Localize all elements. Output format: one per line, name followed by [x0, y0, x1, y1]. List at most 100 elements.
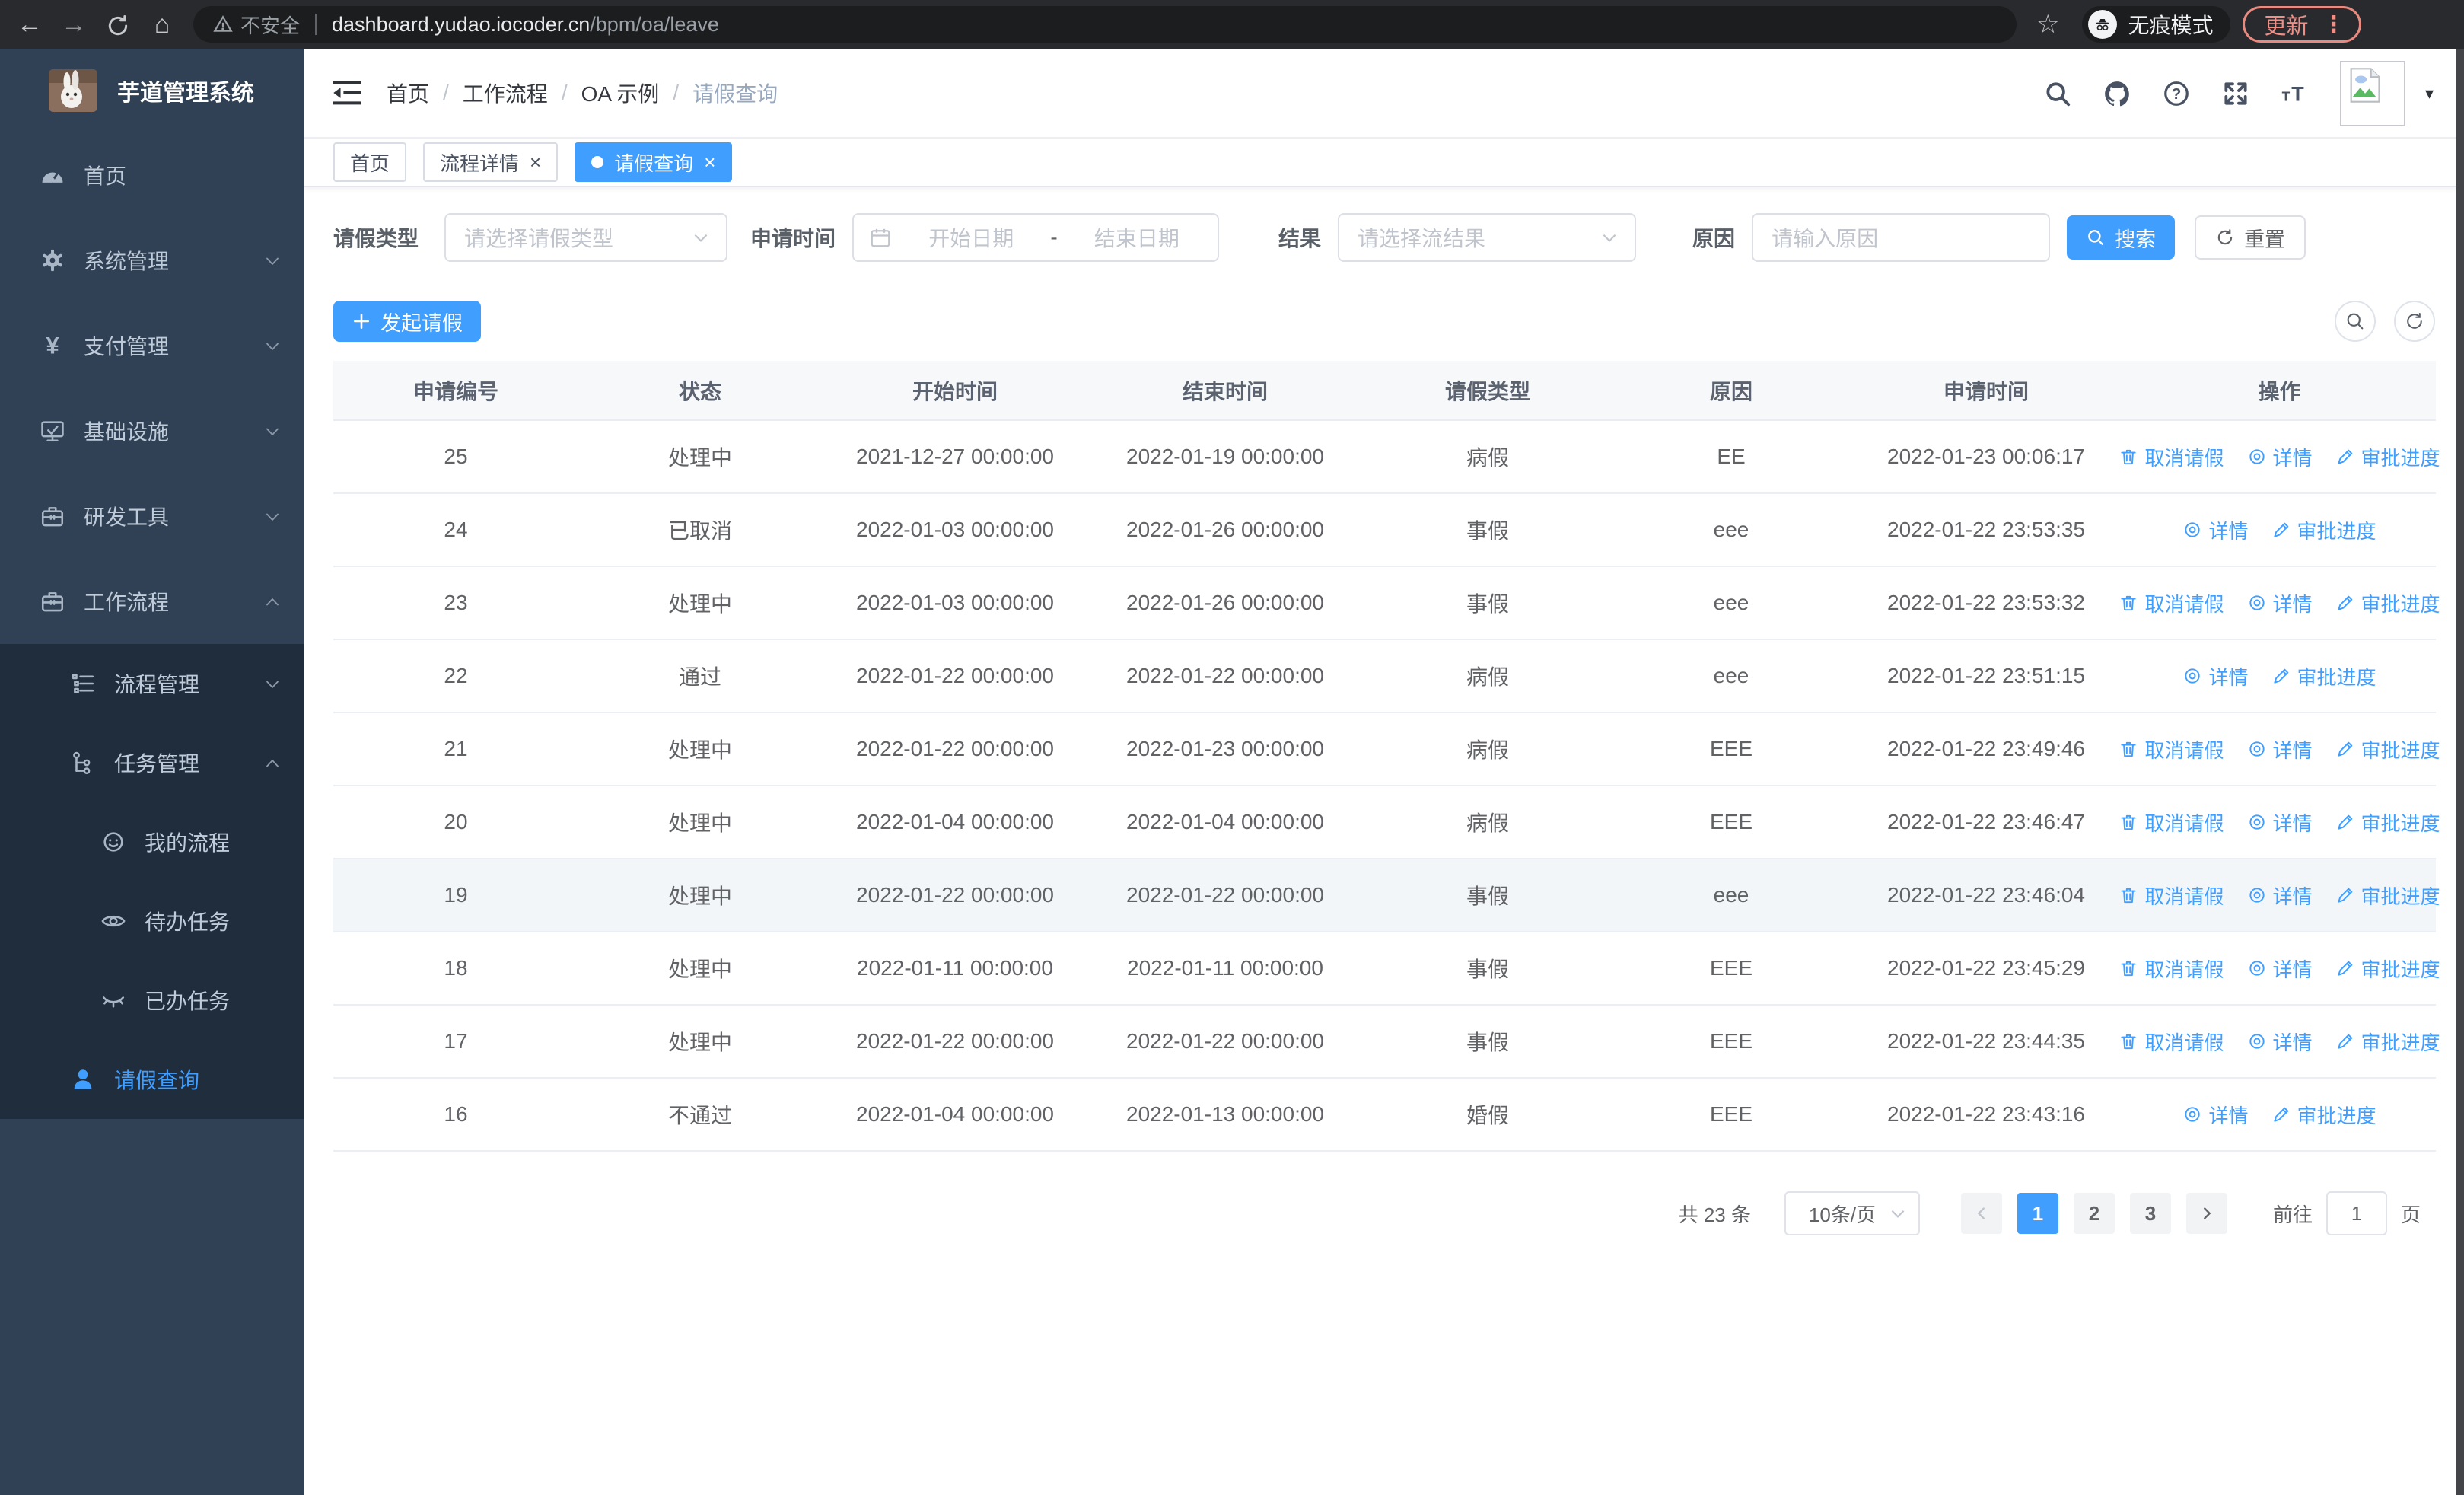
- table-row[interactable]: 18 处理中 2022-01-11 00:00:00 2022-01-11 00:00…: [333, 932, 2440, 1006]
- browser-scrollbar[interactable]: [2456, 49, 2464, 1495]
- breadcrumb-oa[interactable]: OA 示例: [581, 78, 660, 108]
- sidebar-item-done-tasks[interactable]: 已办任务: [0, 961, 304, 1040]
- logo[interactable]: 芋道管理系统: [0, 49, 304, 132]
- sidebar-item-workflow[interactable]: 工作流程: [0, 559, 304, 644]
- progress-action-link[interactable]: 审批进度: [2271, 1101, 2376, 1129]
- table-row[interactable]: 23 处理中 2022-01-03 00:00:00 2022-01-26 00:00…: [333, 566, 2440, 640]
- table-row[interactable]: 16 不通过 2022-01-04 00:00:00 2022-01-13 00:00…: [333, 1078, 2436, 1152]
- table-row[interactable]: 21 处理中 2022-01-22 00:00:00 2022-01-23 00:00…: [333, 712, 2440, 786]
- forward-icon[interactable]: →: [52, 10, 96, 40]
- hide-search-button[interactable]: [2335, 301, 2376, 342]
- help-icon[interactable]: ?: [2162, 79, 2191, 108]
- create-leave-button[interactable]: 发起请假: [333, 301, 481, 342]
- detail-action-link[interactable]: 详情: [2247, 881, 2313, 910]
- tab-首页[interactable]: 首页: [333, 142, 407, 182]
- cell-id: 23: [333, 566, 578, 640]
- goto-page-input[interactable]: 1: [2326, 1191, 2387, 1235]
- progress-action-link[interactable]: 审批进度: [2335, 589, 2440, 617]
- avatar[interactable]: [2339, 61, 2405, 126]
- cancel-action-link[interactable]: 取消请假: [2119, 955, 2224, 983]
- table-row[interactable]: 24 已取消 2022-01-03 00:00:00 2022-01-26 00:00…: [333, 493, 2436, 567]
- sidebar-item-home[interactable]: 首页: [0, 132, 304, 218]
- tab-流程详情[interactable]: 流程详情 ×: [423, 142, 559, 182]
- back-icon[interactable]: ←: [8, 10, 52, 40]
- sidebar-item-todo-tasks[interactable]: 待办任务: [0, 881, 304, 961]
- reason-input[interactable]: 请输入原因: [1752, 213, 2051, 262]
- svg-text:T: T: [2291, 83, 2304, 106]
- next-page-button[interactable]: [2185, 1193, 2227, 1234]
- detail-action-link[interactable]: 详情: [2247, 808, 2313, 837]
- cancel-action-link[interactable]: 取消请假: [2119, 443, 2224, 471]
- breadcrumb-workflow[interactable]: 工作流程: [463, 78, 548, 108]
- sidebar-item-task-mgmt[interactable]: 任务管理: [0, 723, 304, 802]
- collapse-sidebar-icon[interactable]: [332, 80, 362, 106]
- page-button-3[interactable]: 3: [2129, 1193, 2171, 1234]
- close-icon[interactable]: ×: [704, 152, 715, 172]
- detail-action-link[interactable]: 详情: [2182, 516, 2249, 544]
- sidebar-item-leave-query[interactable]: 请假查询: [0, 1040, 304, 1119]
- search-icon[interactable]: [2043, 79, 2072, 108]
- home-icon[interactable]: ⌂: [140, 10, 184, 40]
- sidebar-item-dev-tools[interactable]: 研发工具: [0, 473, 304, 559]
- leave-type-select[interactable]: 请选择请假类型: [444, 213, 728, 262]
- create-leave-label: 发起请假: [380, 311, 463, 335]
- cancel-action-link[interactable]: 取消请假: [2119, 589, 2224, 617]
- progress-action-link[interactable]: 审批进度: [2335, 808, 2440, 837]
- progress-action-link[interactable]: 审批进度: [2271, 516, 2376, 544]
- close-icon[interactable]: ×: [530, 152, 541, 172]
- font-size-icon[interactable]: TT: [2281, 79, 2310, 108]
- table-row[interactable]: 22 通过 2022-01-22 00:00:00 2022-01-22 00:00:…: [333, 639, 2436, 713]
- security-warning[interactable]: 不安全: [213, 11, 300, 39]
- update-button[interactable]: 更新 ⋮: [2242, 6, 2361, 43]
- fullscreen-icon[interactable]: [2221, 79, 2250, 108]
- page-button-1[interactable]: 1: [2017, 1193, 2058, 1234]
- detail-action-link[interactable]: 详情: [2247, 955, 2313, 983]
- tab-请假查询[interactable]: 请假查询 ×: [575, 142, 733, 182]
- apply-time-range-picker[interactable]: 开始日期 - 结束日期: [852, 213, 1220, 262]
- cancel-action-link[interactable]: 取消请假: [2119, 808, 2224, 837]
- sidebar-item-process-mgmt[interactable]: 流程管理: [0, 644, 304, 723]
- cell-status: 已取消: [578, 493, 822, 567]
- bookmark-star-icon[interactable]: ☆: [2036, 9, 2059, 40]
- action-label: 审批进度: [2361, 446, 2440, 470]
- table-row[interactable]: 17 处理中 2022-01-22 00:00:00 2022-01-22 00:00…: [333, 1005, 2440, 1079]
- table-row[interactable]: 19 处理中 2022-01-22 00:00:00 2022-01-22 00:00…: [333, 859, 2440, 932]
- end-date-placeholder[interactable]: 结束日期: [1071, 222, 1202, 253]
- page-size-select[interactable]: 10条/页: [1784, 1191, 1920, 1235]
- cancel-action-link[interactable]: 取消请假: [2119, 881, 2224, 910]
- cancel-action-link[interactable]: 取消请假: [2119, 735, 2224, 763]
- table-row[interactable]: 20 处理中 2022-01-04 00:00:00 2022-01-04 00:00…: [333, 786, 2440, 859]
- progress-action-link[interactable]: 审批进度: [2335, 1028, 2440, 1056]
- detail-action-link[interactable]: 详情: [2247, 443, 2313, 471]
- detail-action-link[interactable]: 详情: [2247, 1028, 2313, 1056]
- reload-icon[interactable]: [96, 10, 140, 40]
- refresh-table-button[interactable]: [2394, 301, 2435, 342]
- sidebar-item-system-mgmt[interactable]: 系统管理: [0, 218, 304, 303]
- browser-menu-icon[interactable]: ⋮: [2322, 11, 2345, 38]
- detail-action-link[interactable]: 详情: [2182, 1101, 2249, 1129]
- reset-button[interactable]: 重置: [2195, 215, 2306, 260]
- result-select[interactable]: 请选择流结果: [1338, 213, 1637, 262]
- url-bar[interactable]: 不安全 dashboard.yudao.iocoder.cn/bpm/oa/le…: [193, 6, 2017, 43]
- detail-action-link[interactable]: 详情: [2247, 589, 2313, 617]
- breadcrumb-separator: /: [561, 81, 568, 104]
- prev-page-button[interactable]: [1960, 1193, 2002, 1234]
- page-button-2[interactable]: 2: [2073, 1193, 2115, 1234]
- chevron-down-icon[interactable]: ▾: [2425, 84, 2434, 104]
- sidebar-item-my-process[interactable]: 我的流程: [0, 802, 304, 881]
- start-date-placeholder[interactable]: 开始日期: [906, 222, 1036, 253]
- detail-action-link[interactable]: 详情: [2182, 662, 2249, 690]
- detail-action-link[interactable]: 详情: [2247, 735, 2313, 763]
- github-icon[interactable]: [2103, 79, 2131, 108]
- progress-action-link[interactable]: 审批进度: [2335, 881, 2440, 910]
- progress-action-link[interactable]: 审批进度: [2271, 662, 2376, 690]
- breadcrumb-home[interactable]: 首页: [387, 78, 429, 108]
- search-button[interactable]: 搜索: [2067, 215, 2176, 260]
- progress-action-link[interactable]: 审批进度: [2335, 735, 2440, 763]
- sidebar-item-payment-mgmt[interactable]: ¥ 支付管理: [0, 303, 304, 388]
- table-row[interactable]: 25 处理中 2021-12-27 00:00:00 2022-01-19 00:00…: [333, 420, 2440, 494]
- progress-action-link[interactable]: 审批进度: [2335, 443, 2440, 471]
- cancel-action-link[interactable]: 取消请假: [2119, 1028, 2224, 1056]
- sidebar-item-infrastructure[interactable]: 基础设施: [0, 388, 304, 473]
- progress-action-link[interactable]: 审批进度: [2335, 955, 2440, 983]
